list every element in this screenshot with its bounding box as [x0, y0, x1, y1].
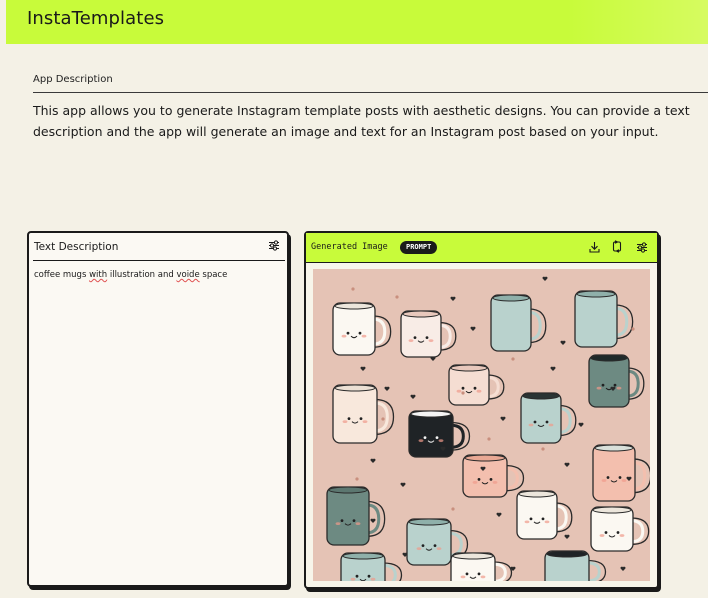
mug-illustration-12 — [516, 490, 573, 540]
mug-illustration-9 — [592, 444, 650, 502]
heart-decoration-11 — [578, 422, 584, 427]
mug-illustration-10 — [462, 454, 525, 498]
text-description-divider — [33, 260, 285, 261]
heart-decoration-4 — [560, 340, 566, 345]
heart-decoration-1 — [470, 326, 476, 331]
heart-decoration-13 — [400, 482, 406, 487]
dot-decoration-2 — [511, 357, 515, 361]
text-description-input[interactable]: coffee mugs with illustration and voide … — [34, 270, 227, 280]
heart-decoration-0 — [450, 296, 456, 301]
heart-decoration-19 — [430, 356, 436, 361]
heart-decoration-5 — [550, 366, 556, 371]
text-description-title: Text Description — [34, 241, 119, 253]
mug-illustration-2 — [490, 294, 547, 352]
mug-illustration-8 — [520, 392, 577, 444]
dot-decoration-3 — [461, 391, 465, 395]
mug-illustration-6 — [332, 384, 395, 444]
heart-decoration-10 — [564, 462, 570, 467]
prompt-badge[interactable]: PROMPT — [400, 241, 438, 254]
mug-illustration-14 — [590, 506, 650, 552]
generated-image-header: Generated Image PROMPT — [306, 233, 657, 263]
heart-decoration-18 — [620, 566, 626, 571]
dot-decoration-4 — [381, 417, 385, 421]
mug-illustration-1 — [400, 310, 457, 358]
app-header: InstaTemplates — [6, 0, 708, 44]
dot-decoration-6 — [451, 507, 455, 511]
description-divider — [33, 92, 708, 93]
coffee-mugs-illustration — [326, 276, 650, 581]
mug-illustration-17 — [544, 550, 607, 581]
heart-decoration-20 — [542, 276, 548, 281]
heart-decoration-3 — [410, 394, 416, 399]
mug-illustration-3 — [574, 290, 634, 348]
generated-image-panel: Generated Image PROMPT — [304, 231, 659, 589]
generated-image[interactable] — [313, 269, 650, 581]
sliders-icon[interactable] — [268, 240, 280, 251]
mug-illustration-7 — [408, 410, 471, 458]
app-description-text: This app allows you to generate Instagra… — [33, 103, 690, 139]
heart-decoration-15 — [370, 518, 376, 523]
heart-decoration-16 — [564, 534, 570, 539]
dot-decoration-9 — [355, 477, 359, 481]
heart-decoration-8 — [370, 458, 376, 463]
mug-illustration-4 — [588, 354, 645, 408]
app-title: InstaTemplates — [27, 8, 165, 29]
dot-decoration-1 — [395, 295, 399, 299]
heart-decoration-2 — [384, 386, 390, 391]
mug-illustration-15 — [340, 552, 403, 581]
mug-illustration-0 — [332, 302, 392, 356]
dot-decoration-0 — [351, 287, 355, 291]
heart-decoration-7 — [500, 416, 506, 421]
text-description-panel: Text Description coffee mugs with illust… — [27, 231, 289, 587]
app-description-label: App Description — [33, 74, 113, 85]
mug-illustration-16 — [450, 552, 513, 581]
sliders-icon[interactable] — [636, 242, 648, 253]
mug-illustration-5 — [448, 364, 505, 406]
dot-decoration-5 — [541, 447, 545, 451]
download-icon[interactable] — [589, 241, 600, 253]
dot-decoration-8 — [487, 437, 491, 441]
generated-image-title: Generated Image — [311, 242, 388, 252]
heart-decoration-21 — [360, 366, 366, 371]
dot-decoration-7 — [631, 327, 635, 331]
mug-illustration-11 — [326, 486, 386, 546]
regenerate-icon[interactable] — [611, 240, 623, 253]
heart-decoration-12 — [496, 512, 502, 517]
